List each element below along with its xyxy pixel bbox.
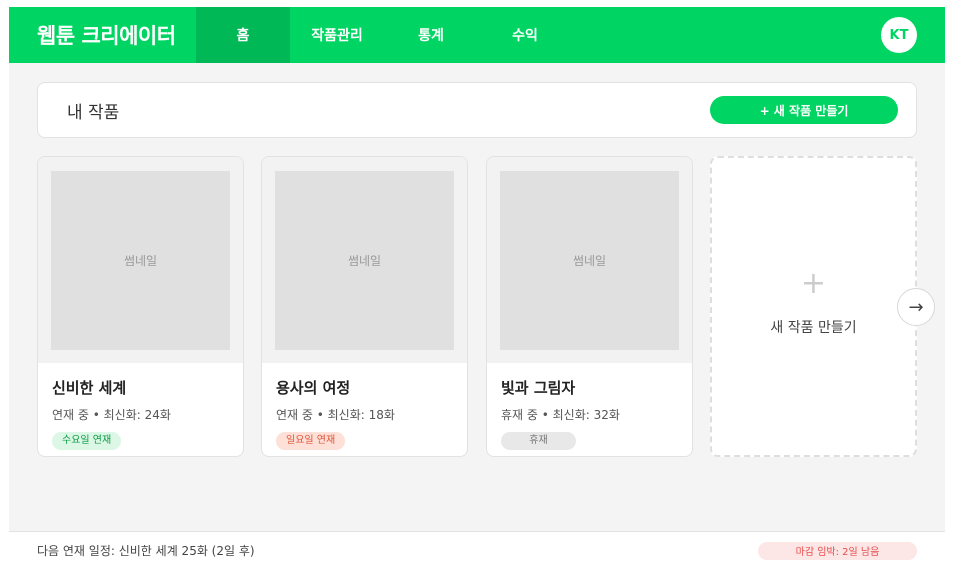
avatar[interactable]: KT <box>881 17 917 53</box>
work-title: 용사의 여정 <box>276 379 351 397</box>
nav-works[interactable]: 작품관리 <box>290 7 384 63</box>
work-meta: 연재 중 • 최신화: 24화 <box>52 408 171 422</box>
next-arrow-button[interactable]: → <box>897 288 935 326</box>
work-meta: 연재 중 • 최신화: 18화 <box>276 408 395 422</box>
thumbnail-area: 썸네일 <box>262 157 467 363</box>
schedule-tag: 일요일 연재 <box>276 432 346 450</box>
work-card-1[interactable]: 썸네일 신비한 세계 연재 중 • 최신화: 24화 수요일 연재 <box>37 156 244 457</box>
thumbnail-placeholder: 썸네일 <box>500 170 679 350</box>
top-header: 웹툰 크리에이터 홈 작품관리 통계 수익 KT <box>9 7 945 63</box>
new-work-button[interactable]: + 새 작품 만들기 <box>710 96 898 124</box>
schedule-tag: 수요일 연재 <box>52 432 122 450</box>
my-works-bar: 내 작품 + 새 작품 만들기 <box>37 82 917 138</box>
work-card-2[interactable]: 썸네일 용사의 여정 연재 중 • 최신화: 18화 일요일 연재 <box>261 156 468 457</box>
work-cards: 썸네일 신비한 세계 연재 중 • 최신화: 24화 수요일 연재 썸네일 용사… <box>37 156 917 457</box>
nav-home[interactable]: 홈 <box>196 7 290 63</box>
main-nav: 홈 작품관리 통계 수익 <box>196 7 572 63</box>
page-title: 내 작품 <box>67 102 120 123</box>
app-frame: 웹툰 크리에이터 홈 작품관리 통계 수익 KT 내 작품 + 새 작품 만들기… <box>9 7 945 569</box>
work-meta: 휴재 중 • 최신화: 32화 <box>501 408 620 422</box>
next-schedule-text: 다음 연재 일정: 신비한 세계 25화 (2일 후) <box>37 544 255 558</box>
logo: 웹툰 크리에이터 <box>37 24 176 48</box>
thumbnail-placeholder: 썸네일 <box>275 170 454 350</box>
plus-icon: + <box>800 265 827 301</box>
thumbnail-area: 썸네일 <box>38 157 243 363</box>
new-work-card[interactable]: + 새 작품 만들기 <box>710 156 917 457</box>
deadline-badge: 마감 임박: 2일 남음 <box>758 541 917 560</box>
schedule-footer: 다음 연재 일정: 신비한 세계 25화 (2일 후) 마감 임박: 2일 남음 <box>9 531 945 569</box>
work-card-3[interactable]: 썸네일 빛과 그림자 휴재 중 • 최신화: 32화 휴재 <box>486 156 693 457</box>
new-work-card-label: 새 작품 만들기 <box>770 319 857 336</box>
arrow-right-icon: → <box>908 296 924 318</box>
thumbnail-area: 썸네일 <box>487 157 692 363</box>
thumbnail-placeholder: 썸네일 <box>51 170 230 350</box>
work-title: 신비한 세계 <box>52 379 127 397</box>
hiatus-tag: 휴재 <box>501 432 576 450</box>
nav-revenue[interactable]: 수익 <box>478 7 572 63</box>
work-title: 빛과 그림자 <box>501 379 576 397</box>
nav-stats[interactable]: 통계 <box>384 7 478 63</box>
